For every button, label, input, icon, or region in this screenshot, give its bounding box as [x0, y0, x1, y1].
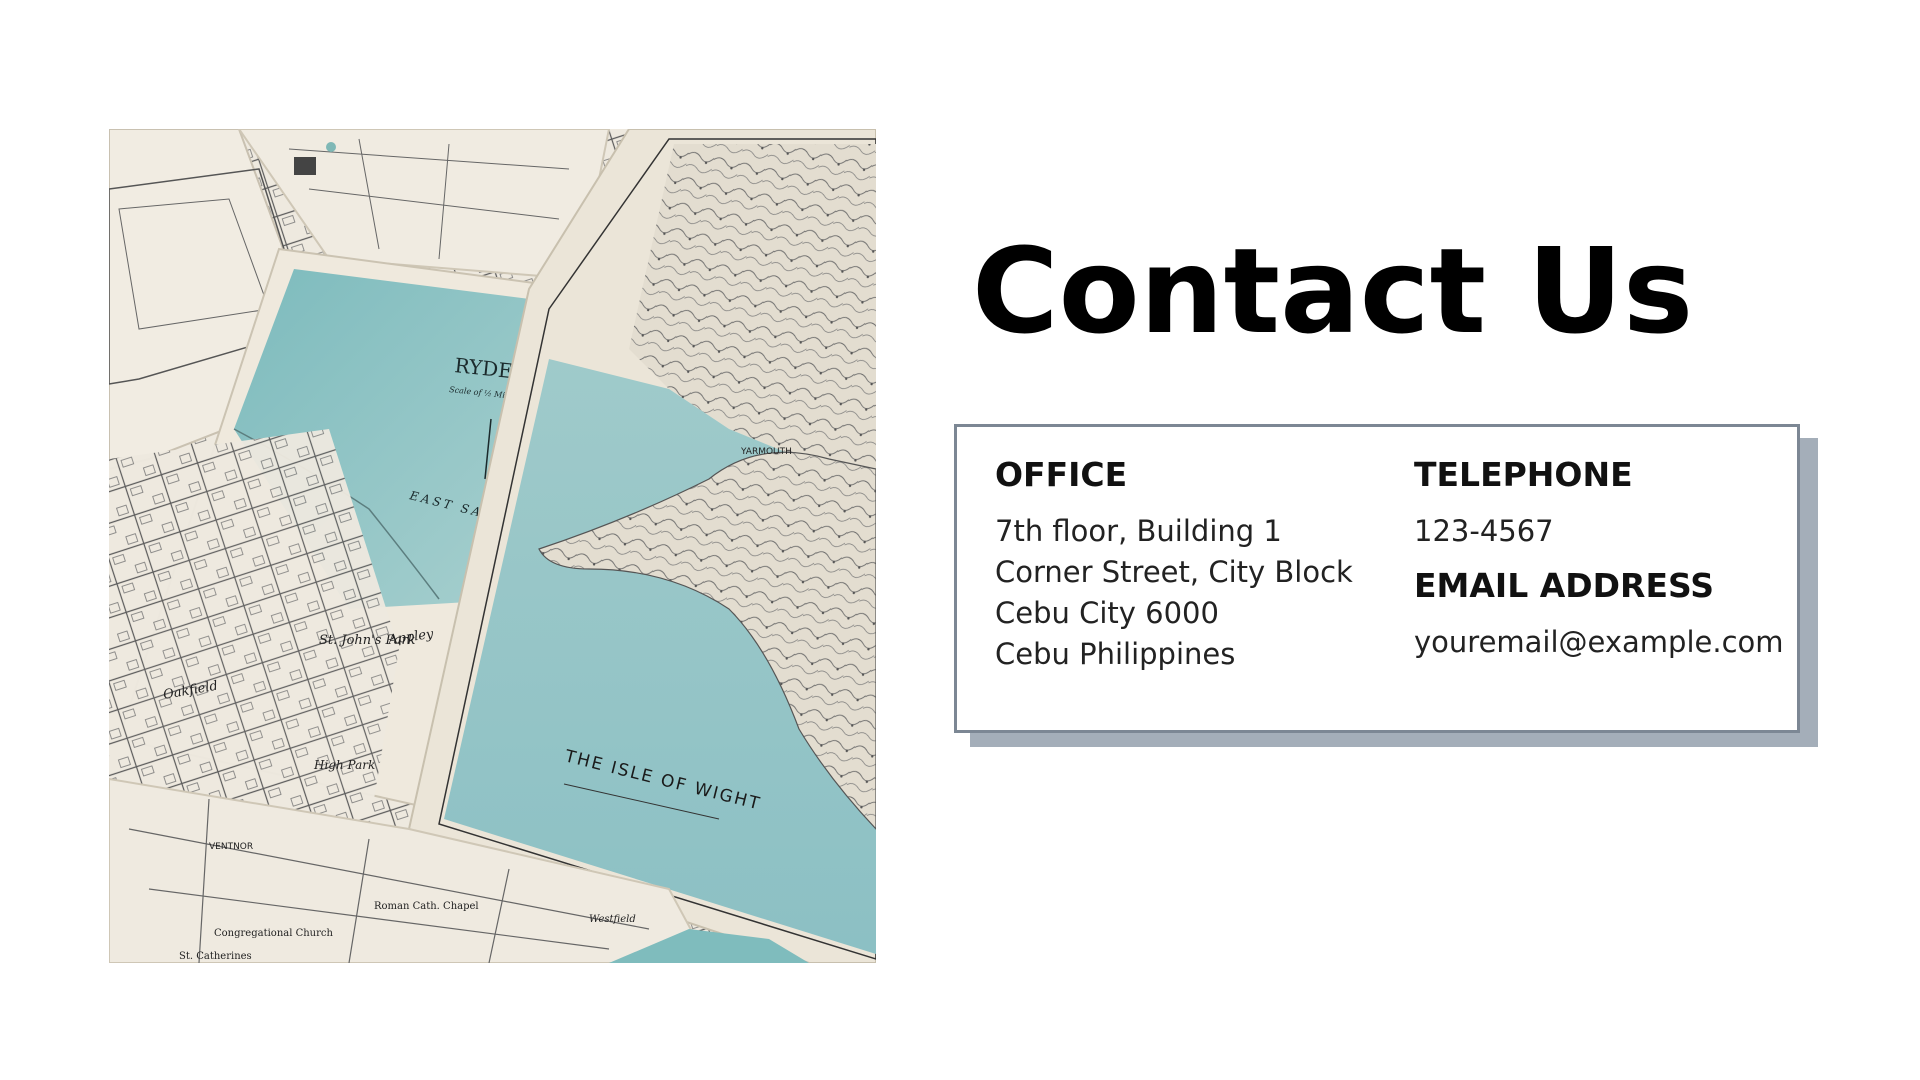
map-collage-image: RYDE Scale of ½ Mile EAST SANDS St. John… [109, 129, 876, 963]
telephone-number[interactable]: 123-4567 [1414, 511, 1794, 552]
ventnor-label: VENTNOR [209, 842, 253, 852]
address-line: Cebu City 6000 [995, 596, 1219, 630]
address-line: 7th floor, Building 1 [995, 514, 1282, 548]
address-line: Cebu Philippines [995, 637, 1236, 671]
office-address: 7th floor, Building 1 Corner Street, Cit… [995, 511, 1395, 675]
yarmouth-label: YARMOUTH [740, 447, 792, 457]
office-label: OFFICE [995, 455, 1128, 494]
office-section: OFFICE 7th floor, Building 1 Corner Stre… [995, 453, 1395, 675]
map-photo: RYDE Scale of ½ Mile EAST SANDS St. John… [109, 129, 876, 963]
contact-card: OFFICE 7th floor, Building 1 Corner Stre… [954, 424, 1800, 733]
page-title: Contact Us [972, 222, 1694, 360]
telephone-label: TELEPHONE [1414, 455, 1633, 494]
westfield-label: Westfield [589, 914, 636, 925]
telephone-section: TELEPHONE 123-4567 EMAIL ADDRESS yourema… [1414, 453, 1794, 663]
high-park-label: High Park [313, 758, 375, 772]
roman-catholic-label: Roman Cath. Chapel [374, 901, 479, 912]
congregational-church-label: Congregational Church [214, 928, 334, 939]
email-address[interactable]: youremail@example.com [1414, 622, 1794, 663]
st-catherines-label: St. Catherines [179, 951, 252, 962]
email-label: EMAIL ADDRESS [1414, 566, 1715, 605]
address-line: Corner Street, City Block [995, 555, 1353, 589]
